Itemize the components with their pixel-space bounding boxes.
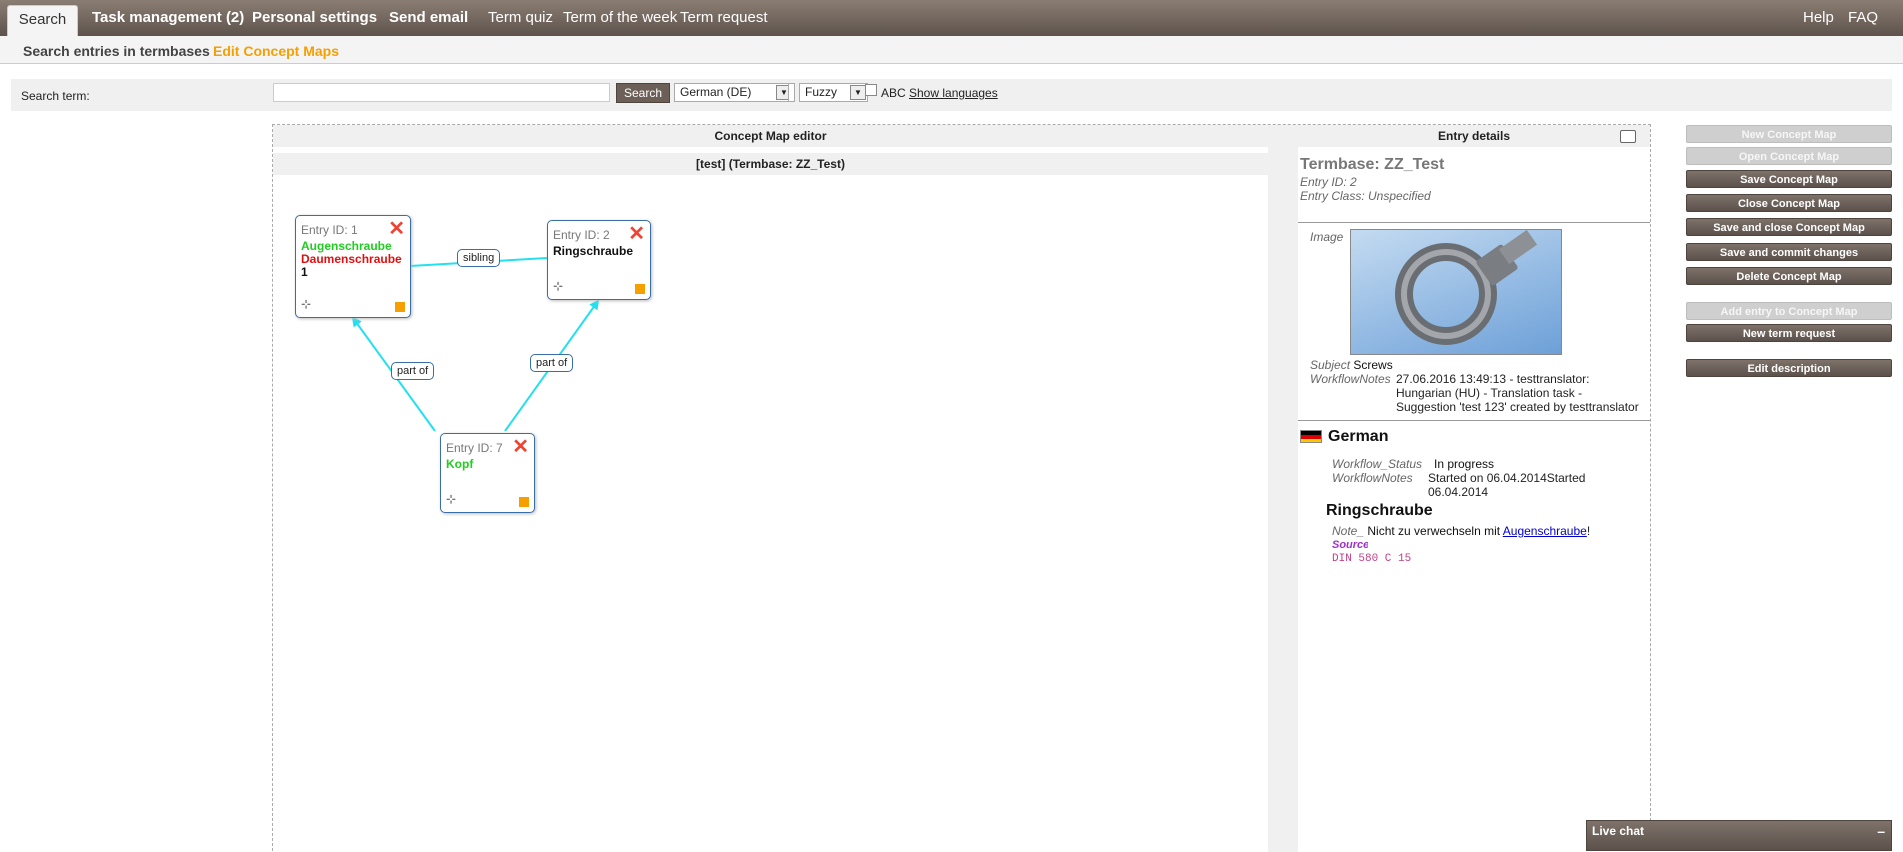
node-term: Ringschraube [553, 244, 634, 258]
open-concept-map-button[interactable]: Open Concept Map [1686, 147, 1892, 165]
concept-map-editor-header: Concept Map editor [273, 125, 1268, 147]
workflow-notes-label: WorkflowNotes [1310, 372, 1391, 386]
abc-label: ABC [881, 86, 906, 100]
divider [1298, 420, 1650, 421]
source-label: Source [1332, 539, 1368, 551]
help-link[interactable]: Help [1803, 9, 1834, 26]
tree-structure-icon[interactable]: ⊹ [553, 279, 563, 293]
note-link[interactable]: Augenschraube [1503, 524, 1587, 538]
add-entry-to-concept-map-button[interactable]: Add entry to Concept Map [1686, 302, 1892, 320]
subject-label: Subject [1310, 358, 1351, 372]
tab-personal-settings[interactable]: Personal settings [252, 9, 377, 26]
tab-search[interactable]: Search [7, 5, 78, 36]
node-status-square[interactable] [635, 284, 645, 294]
subject-value: Screws [1353, 358, 1393, 372]
mode-select[interactable]: Fuzzy ▼ [799, 83, 868, 102]
entry-details-panel: Entry details Termbase: ZZ_Test Entry ID… [1298, 125, 1650, 852]
node-entry-id: Entry ID: 2 [553, 228, 610, 242]
lang-workflow-notes-label: WorkflowNotes [1332, 471, 1413, 485]
term-heading: Ringschraube [1326, 502, 1433, 519]
abc-checkbox[interactable] [865, 84, 877, 96]
close-x-icon[interactable]: ✕ [512, 437, 529, 457]
image-label: Image [1310, 230, 1344, 244]
german-flag-icon [1300, 430, 1322, 443]
search-term-label: Search term: [21, 89, 90, 103]
minimize-icon[interactable]: – [1877, 823, 1885, 839]
node-term: Daumenschraube [301, 252, 402, 266]
search-button[interactable]: Search [616, 83, 670, 103]
entry-details-header: Entry details [1298, 125, 1650, 147]
workflow-notes: 27.06.2016 13:49:13 - testtranslator: Hu… [1396, 372, 1639, 414]
close-x-icon[interactable]: ✕ [388, 219, 405, 239]
tab-task-management[interactable]: Task management (2) [92, 9, 244, 26]
main-area: Concept Map editor [test] (Termbase: ZZ_… [272, 124, 1651, 852]
show-languages-link[interactable]: Show languages [909, 86, 998, 100]
save-and-close-concept-map-button[interactable]: Save and close Concept Map [1686, 218, 1892, 236]
node-term: Augenschraube [301, 239, 392, 253]
live-chat-title: Live chat [1592, 824, 1645, 838]
sub-navigation: Search entries in termbases Edit Concept… [0, 36, 1903, 64]
workflow-status-label: Workflow_Status [1332, 457, 1423, 471]
entry-class: Entry Class: Unspecified [1300, 189, 1431, 203]
close-concept-map-button[interactable]: Close Concept Map [1686, 194, 1892, 212]
search-bar: Search term: Search German (DE) ▼ Fuzzy … [11, 79, 1892, 111]
language-heading: German [1328, 428, 1389, 445]
concept-map-title: [test] (Termbase: ZZ_Test) [273, 153, 1268, 175]
subnav-edit-concept-maps[interactable]: Edit Concept Maps [213, 43, 339, 59]
tab-send-email[interactable]: Send email [389, 9, 468, 26]
main-navigation: Search Task management (2) Personal sett… [0, 0, 1903, 37]
note-end: ! [1586, 524, 1591, 538]
node-status-square[interactable] [519, 497, 529, 507]
tab-term-quiz[interactable]: Term quiz [488, 9, 553, 26]
divider [1298, 222, 1650, 223]
entry-id: Entry ID: 2 [1300, 175, 1357, 189]
workflow-status-value: In progress [1434, 457, 1495, 471]
relation-lines [351, 257, 600, 432]
relation-label-part-of[interactable]: part of [530, 354, 574, 372]
concept-node-entry-1[interactable]: Entry ID: 1 ✕ Augenschraube Daumenschrau… [295, 215, 411, 318]
edit-description-button[interactable]: Edit description [1686, 359, 1892, 377]
dropdown-arrow-icon: ▼ [850, 85, 866, 100]
language-select-value: German (DE) [680, 85, 752, 99]
faq-link[interactable]: FAQ [1848, 9, 1878, 26]
node-term: 1 [301, 265, 308, 279]
concept-node-entry-2[interactable]: Entry ID: 2 ✕ Ringschraube ⊹ [547, 220, 651, 300]
note-text: Nicht zu verwechseln mit [1367, 524, 1503, 538]
subnav-search-entries[interactable]: Search entries in termbases [23, 43, 210, 59]
node-status-square[interactable] [395, 302, 405, 312]
new-term-request-button[interactable]: New term request [1686, 324, 1892, 342]
search-input[interactable] [273, 83, 610, 102]
relation-label-sibling[interactable]: sibling [457, 249, 501, 267]
close-x-icon[interactable]: ✕ [628, 224, 645, 244]
save-and-commit-changes-button[interactable]: Save and commit changes [1686, 243, 1892, 261]
language-select[interactable]: German (DE) ▼ [674, 83, 794, 102]
concept-map-canvas[interactable]: Entry ID: 1 ✕ Augenschraube Daumenschrau… [273, 177, 1268, 852]
comment-icon[interactable] [1620, 130, 1636, 143]
tab-term-request[interactable]: Term request [680, 9, 768, 26]
relation-label-part-of[interactable]: part of [391, 362, 435, 380]
concept-map-panel: Concept Map editor [test] (Termbase: ZZ_… [273, 125, 1268, 852]
lang-workflow-notes: Started on 06.04.2014Started 06.04.2014 [1428, 471, 1586, 499]
mode-select-value: Fuzzy [805, 85, 838, 99]
save-concept-map-button[interactable]: Save Concept Map [1686, 170, 1892, 188]
tree-structure-icon[interactable]: ⊹ [301, 297, 311, 311]
node-term: Kopf [446, 457, 474, 471]
tree-structure-icon[interactable]: ⊹ [446, 492, 456, 506]
node-entry-id: Entry ID: 1 [301, 223, 358, 237]
entry-termbase: Termbase: ZZ_Test [1300, 156, 1445, 173]
delete-concept-map-button[interactable]: Delete Concept Map [1686, 267, 1892, 285]
live-chat-bar[interactable]: Live chat – [1586, 820, 1892, 851]
tab-term-of-the-week[interactable]: Term of the week [563, 9, 677, 26]
node-entry-id: Entry ID: 7 [446, 441, 503, 455]
note-label: Note_ [1332, 524, 1365, 538]
source-value: DIN 580 C 15 [1332, 553, 1412, 565]
eye-bolt-image [1350, 229, 1562, 355]
panel-divider[interactable] [1268, 125, 1298, 852]
new-concept-map-button[interactable]: New Concept Map [1686, 125, 1892, 143]
concept-node-entry-7[interactable]: Entry ID: 7 ✕ Kopf ⊹ [440, 433, 535, 513]
